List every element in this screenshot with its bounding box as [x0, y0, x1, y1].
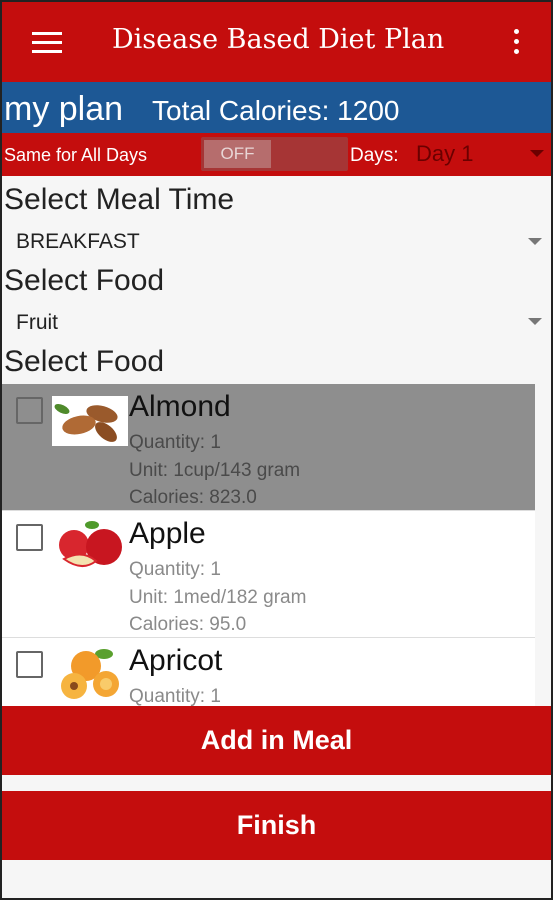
apple-image — [59, 521, 122, 567]
food-name: Apple — [129, 517, 206, 550]
toggle-state: OFF — [204, 140, 271, 168]
food-item-almond[interactable]: Almond Quantity: 1 Unit: 1cup/143 gram C… — [2, 384, 535, 511]
food-checkbox[interactable] — [16, 397, 43, 424]
food-checkbox[interactable] — [16, 524, 43, 551]
food-name: Apricot — [129, 644, 223, 677]
add-in-meal-button[interactable]: Add in Meal — [2, 706, 551, 775]
app-screen: Disease Based Diet Plan my plan Total Ca… — [0, 0, 553, 900]
food-unit: Unit: 1cup/143 gram — [129, 460, 301, 481]
days-bar: Same for All Days OFF Days: Day 1 — [2, 133, 551, 176]
meal-time-select[interactable]: BREAKFAST — [16, 230, 140, 254]
food-calories: Calories: 95.0 — [129, 614, 247, 635]
food-name: Almond — [129, 390, 231, 423]
food-checkbox[interactable] — [16, 651, 43, 678]
dropdown-arrow-icon[interactable] — [530, 150, 544, 157]
same-for-all-days-label: Same for All Days — [4, 145, 148, 165]
plan-header: my plan Total Calories: 1200 — [2, 82, 551, 133]
same-days-toggle[interactable]: OFF — [201, 137, 348, 171]
food-category-select[interactable]: Fruit — [16, 311, 58, 335]
food-quantity: Quantity: 1 — [129, 559, 221, 580]
days-label: Days: — [350, 145, 399, 166]
total-calories: Total Calories: 1200 — [152, 95, 400, 126]
food-item-apple[interactable]: Apple Quantity: 1 Unit: 1med/182 gram Ca… — [2, 511, 535, 638]
app-title: Disease Based Diet Plan — [112, 24, 445, 55]
plan-name: my plan — [4, 90, 124, 128]
food-quantity: Quantity: 1 — [129, 686, 221, 706]
day-select[interactable]: Day 1 — [416, 141, 473, 167]
food-item-apricot[interactable]: Apricot Quantity: 1 — [2, 638, 535, 706]
app-bar: Disease Based Diet Plan — [2, 2, 551, 82]
finish-button[interactable]: Finish — [2, 791, 551, 860]
food-calories: Calories: 823.0 — [129, 487, 257, 508]
apricot-image — [61, 649, 119, 699]
food-quantity: Quantity: 1 — [129, 432, 221, 453]
food-unit: Unit: 1med/182 gram — [129, 587, 307, 608]
almond-image — [52, 396, 128, 446]
hamburger-menu-icon[interactable] — [32, 32, 62, 54]
food-category-label: Select Food — [4, 264, 165, 297]
food-list[interactable]: Almond Quantity: 1 Unit: 1cup/143 gram C… — [2, 384, 537, 706]
dropdown-arrow-icon[interactable] — [528, 238, 542, 245]
dropdown-arrow-icon[interactable] — [528, 318, 542, 325]
meal-time-label: Select Meal Time — [4, 183, 235, 216]
food-list-label: Select Food — [4, 345, 165, 378]
more-vert-icon[interactable] — [510, 29, 522, 57]
